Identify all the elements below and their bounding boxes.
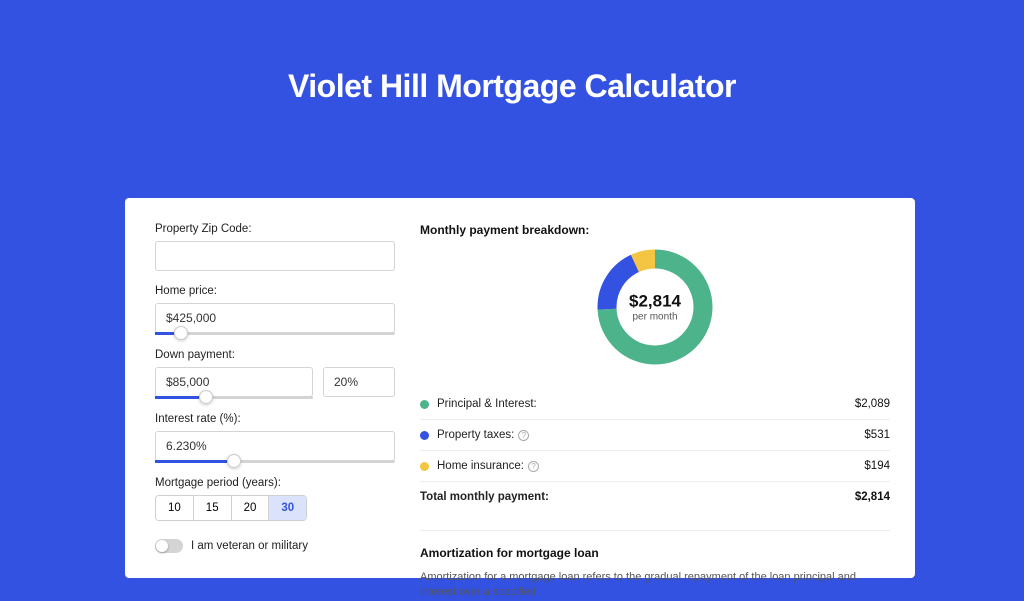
- amortization-title: Amortization for mortgage loan: [420, 546, 890, 560]
- legend-row-0: Principal & Interest:$2,089: [420, 389, 890, 420]
- rate-label: Interest rate (%):: [155, 413, 395, 425]
- rate-input[interactable]: [155, 431, 395, 461]
- down-slider-thumb[interactable]: [199, 390, 213, 404]
- veteran-row: I am veteran or military: [155, 539, 395, 553]
- period-btn-30[interactable]: 30: [269, 496, 306, 520]
- breakdown-column: Monthly payment breakdown: $2,814 per mo…: [420, 223, 890, 578]
- donut-sub: per month: [629, 312, 681, 323]
- period-label: Mortgage period (years):: [155, 477, 395, 489]
- rate-field: Interest rate (%):: [155, 413, 395, 463]
- legend-value: $2,089: [855, 398, 890, 410]
- down-amount-input[interactable]: [155, 367, 313, 397]
- donut-chart: $2,814 per month: [420, 247, 890, 367]
- legend-value: $194: [864, 460, 890, 472]
- page-title: Violet Hill Mortgage Calculator: [0, 68, 1024, 105]
- period-buttons: 10152030: [155, 495, 307, 521]
- legend-row-2: Home insurance:?$194: [420, 451, 890, 482]
- total-value: $2,814: [855, 491, 890, 503]
- help-icon[interactable]: ?: [518, 430, 529, 441]
- period-field: Mortgage period (years): 10152030: [155, 477, 395, 521]
- legend-dot: [420, 431, 429, 440]
- zip-input[interactable]: [155, 241, 395, 271]
- total-row: Total monthly payment: $2,814: [420, 482, 890, 512]
- down-field: Down payment:: [155, 349, 395, 399]
- period-btn-15[interactable]: 15: [194, 496, 232, 520]
- period-btn-10[interactable]: 10: [156, 496, 194, 520]
- rate-slider-thumb[interactable]: [227, 454, 241, 468]
- veteran-toggle[interactable]: [155, 539, 183, 553]
- down-label: Down payment:: [155, 349, 395, 361]
- price-input[interactable]: [155, 303, 395, 333]
- calculator-card: Property Zip Code: Home price: Down paym…: [125, 198, 915, 578]
- legend-label: Principal & Interest:: [437, 398, 855, 410]
- legend-value: $531: [864, 429, 890, 441]
- legend-dot: [420, 462, 429, 471]
- price-slider[interactable]: [155, 332, 395, 335]
- amortization-section: Amortization for mortgage loan Amortizat…: [420, 530, 890, 601]
- legend-label: Home insurance:?: [437, 460, 864, 472]
- legend-label: Property taxes:?: [437, 429, 864, 441]
- down-slider[interactable]: [155, 396, 313, 399]
- zip-label: Property Zip Code:: [155, 223, 395, 235]
- price-field: Home price:: [155, 285, 395, 335]
- donut-amount: $2,814: [629, 292, 681, 312]
- down-pct-input[interactable]: [323, 367, 395, 397]
- toggle-knob: [156, 540, 168, 552]
- veteran-label: I am veteran or military: [191, 540, 308, 552]
- amortization-text: Amortization for a mortgage loan refers …: [420, 570, 890, 601]
- help-icon[interactable]: ?: [528, 461, 539, 472]
- inputs-column: Property Zip Code: Home price: Down paym…: [155, 223, 395, 578]
- legend-row-1: Property taxes:?$531: [420, 420, 890, 451]
- rate-slider[interactable]: [155, 460, 395, 463]
- price-label: Home price:: [155, 285, 395, 297]
- price-slider-thumb[interactable]: [174, 326, 188, 340]
- total-label: Total monthly payment:: [420, 491, 855, 503]
- donut-center: $2,814 per month: [629, 292, 681, 323]
- breakdown-title: Monthly payment breakdown:: [420, 223, 890, 237]
- legend-dot: [420, 400, 429, 409]
- period-btn-20[interactable]: 20: [232, 496, 270, 520]
- zip-field: Property Zip Code:: [155, 223, 395, 271]
